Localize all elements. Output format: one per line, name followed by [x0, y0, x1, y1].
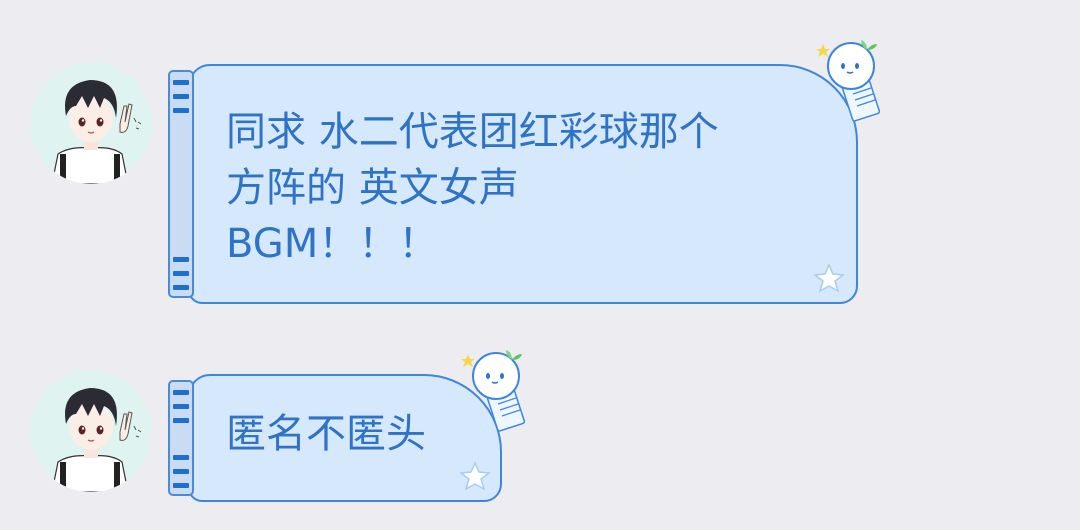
sprout-mascot-icon: [815, 36, 889, 136]
chat-message: 同求 水二代表团红彩球那个 方阵的 英文女声 BGM！！！: [0, 0, 1080, 320]
chat-message: 匿名不匿头: [0, 330, 1080, 530]
sprout-mascot-icon: [460, 346, 534, 446]
message-bubble[interactable]: 同求 水二代表团红彩球那个 方阵的 英文女声 BGM！！！: [168, 64, 858, 304]
binder-strip: [168, 380, 194, 496]
message-text: 匿名不匿头: [226, 411, 426, 457]
message-bubble[interactable]: 匿名不匿头: [168, 374, 502, 502]
star-icon: [812, 262, 846, 300]
star-icon: [458, 460, 492, 498]
binder-strip: [168, 70, 194, 298]
message-text: 同求 水二代表团红彩球那个 方阵的 英文女声 BGM！！！: [226, 109, 719, 267]
avatar[interactable]: [30, 62, 152, 184]
avatar[interactable]: [30, 370, 152, 492]
